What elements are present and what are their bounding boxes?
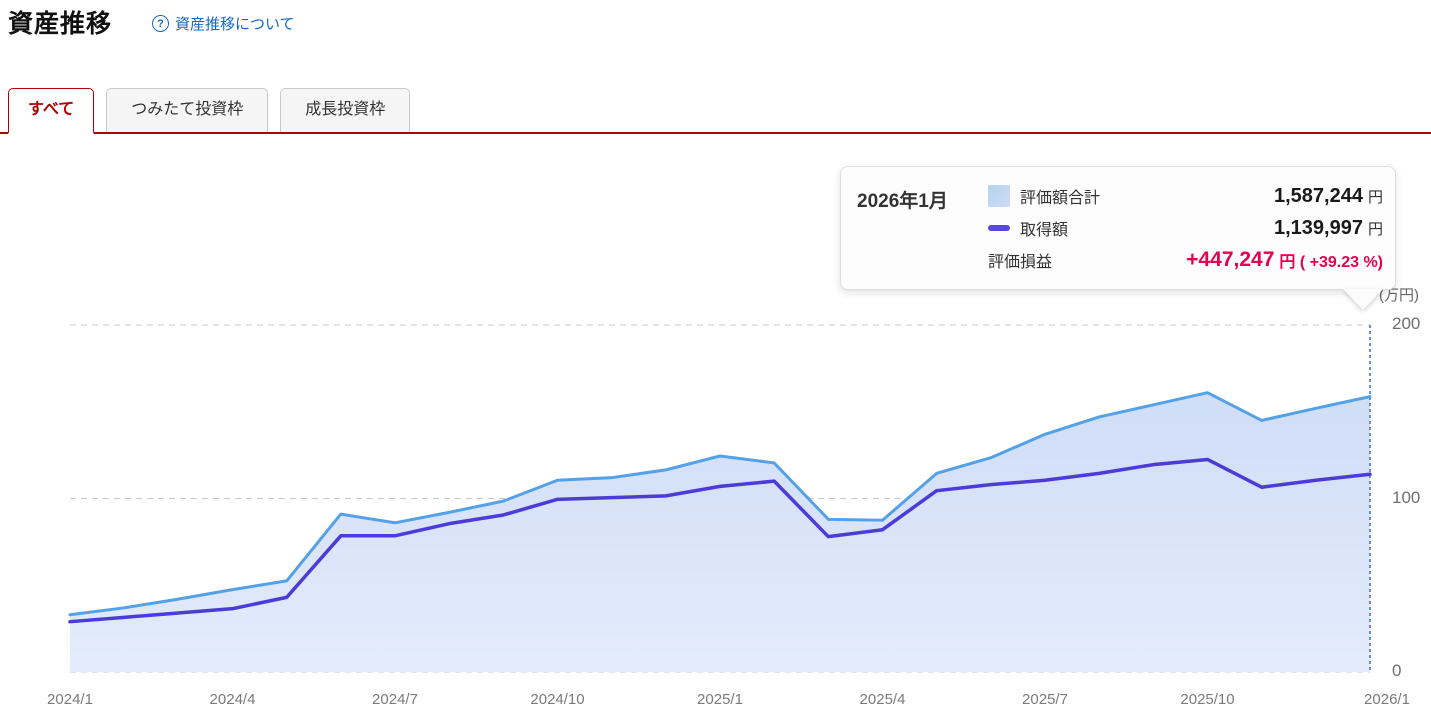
asset-trend-page: 資産推移 ? 資産推移について すべて つみたて投資枠 成長投資枠 2024/1… xyxy=(0,0,1431,719)
eval-total-unit: 円 xyxy=(1368,186,1383,207)
x-axis-label: 2025/4 xyxy=(860,691,906,708)
acquisition-value: 1,139,997 xyxy=(1274,217,1363,240)
x-axis-label: 2024/1 xyxy=(47,691,93,708)
eval-total-area-swatch-icon xyxy=(988,185,1010,207)
x-axis-label: 2025/7 xyxy=(1022,691,1068,708)
tooltip-row-gain-loss: 評価損益 +447,247 円 ( +39.23 %) xyxy=(988,244,1383,276)
acquisition-unit: 円 xyxy=(1368,218,1383,239)
eval-total-label: 評価額合計 xyxy=(1020,184,1100,208)
chart-tooltip: 2026年1月 評価額合計 1,587,244 円 取得額 1,139,997 … xyxy=(840,166,1396,290)
tooltip-row-eval-total: 評価額合計 1,587,244 円 xyxy=(988,180,1383,212)
gain-loss-value: +447,247 xyxy=(1186,248,1274,272)
x-axis-label: 2025/1 xyxy=(697,691,743,708)
tooltip-date: 2026年1月 xyxy=(857,186,948,213)
acquisition-line-swatch-icon xyxy=(988,225,1010,231)
asset-chart[interactable] xyxy=(0,0,1431,719)
x-axis-label: 2024/10 xyxy=(530,691,584,708)
acquisition-label: 取得額 xyxy=(1020,216,1068,240)
tooltip-row-acquisition: 取得額 1,139,997 円 xyxy=(988,212,1383,244)
y-axis-label: 200 xyxy=(1392,314,1420,334)
x-axis: 2024/1 2024/4 2024/7 2024/10 2025/1 2025/4 202… xyxy=(0,691,1431,711)
eval-total-value: 1,587,244 xyxy=(1274,185,1363,208)
tab-all[interactable]: すべて xyxy=(8,88,94,134)
x-axis-label: 2024/7 xyxy=(372,691,418,708)
eval-total-area-fill xyxy=(70,393,1370,672)
y-axis-label: 100 xyxy=(1392,488,1420,508)
gain-loss-unit: 円 ( +39.23 %) xyxy=(1279,248,1383,272)
x-axis-label: 2025/10 xyxy=(1180,691,1234,708)
tooltip-pointer-icon xyxy=(1343,289,1383,310)
x-axis-label: 2024/4 xyxy=(210,691,256,708)
tooltip-rows: 評価額合計 1,587,244 円 取得額 1,139,997 円 評価損益 +… xyxy=(988,180,1383,276)
x-axis-label: 2026/1 xyxy=(1364,691,1410,708)
gain-loss-label: 評価損益 xyxy=(988,248,1052,272)
y-axis-label: 0 xyxy=(1392,661,1401,681)
